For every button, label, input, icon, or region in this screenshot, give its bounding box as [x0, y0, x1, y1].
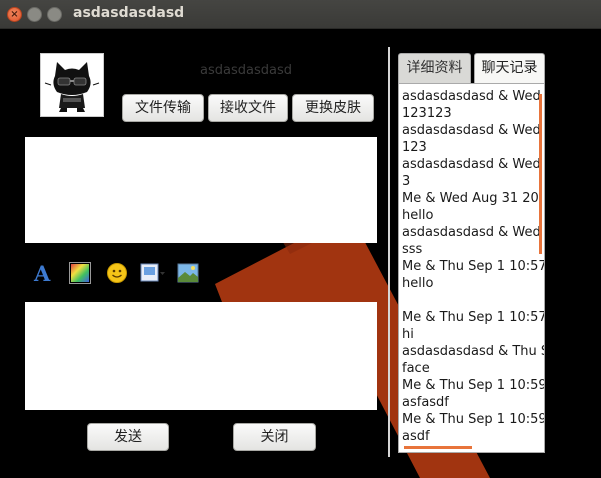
- history-line: asdf: [402, 429, 430, 444]
- color-icon[interactable]: [69, 262, 91, 284]
- minimize-window-button[interactable]: [27, 7, 42, 22]
- history-line: asdasdasdasd & Wed: [402, 157, 541, 172]
- history-line: Me & Thu Sep 1 10:57: [402, 259, 545, 274]
- history-line: asdasdasdasd & Wed: [402, 89, 541, 104]
- file-transfer-button[interactable]: 文件传输: [122, 94, 204, 122]
- history-line: sss: [402, 242, 423, 257]
- message-display-area[interactable]: [25, 137, 377, 243]
- panel-divider: [388, 47, 390, 457]
- change-skin-button[interactable]: 更换皮肤: [292, 94, 374, 122]
- history-line: asdasdasdasd & Wed: [402, 123, 541, 138]
- message-input-area[interactable]: [25, 302, 377, 410]
- history-line: [402, 292, 544, 309]
- history-line: asdasdasdasd & Wed: [402, 225, 541, 240]
- tab-chat-history[interactable]: 聊天记录: [474, 53, 545, 83]
- history-line: hello: [402, 276, 434, 291]
- emoji-icon[interactable]: [106, 262, 128, 284]
- chat-history-panel[interactable]: asdasdasdasd & Wed 123123 asdasdasdasd & W…: [398, 83, 545, 453]
- peer-name-label: asdasdasdasd: [200, 63, 292, 78]
- title-bar: × asdasdasdasd: [0, 0, 601, 29]
- history-line: Me & Wed Aug 31 20:: [402, 191, 544, 206]
- horizontal-scrollbar[interactable]: [404, 446, 472, 449]
- tab-details[interactable]: 详细资料: [398, 53, 471, 83]
- chat-history-list: asdasdasdasd & Wed 123123 asdasdasdasd & W…: [399, 84, 544, 445]
- history-line: 123123: [402, 106, 452, 121]
- history-line: Me & Thu Sep 1 10:57: [402, 310, 545, 325]
- octocat-icon: [44, 62, 100, 112]
- close-button[interactable]: 关闭: [233, 423, 316, 451]
- history-line: 123: [402, 140, 427, 155]
- chat-window-content: asdasdasdasd 文件传输 接收文件 更换皮肤 A 发送 关闭 详细资料…: [0, 29, 601, 478]
- maximize-window-button[interactable]: [47, 7, 62, 22]
- font-icon[interactable]: A: [32, 261, 54, 286]
- close-window-button[interactable]: ×: [7, 7, 22, 22]
- svg-text:A: A: [33, 262, 51, 284]
- screenshot-icon[interactable]: [140, 262, 166, 284]
- image-icon[interactable]: [177, 262, 199, 284]
- history-line: 3: [402, 174, 411, 189]
- history-line: hi: [402, 327, 414, 342]
- send-button[interactable]: 发送: [87, 423, 169, 451]
- history-line: face: [402, 361, 430, 376]
- avatar: [40, 53, 104, 117]
- receive-file-button[interactable]: 接收文件: [208, 94, 288, 122]
- vertical-scrollbar[interactable]: [539, 94, 542, 254]
- history-line: Me & Thu Sep 1 10:59: [402, 378, 545, 393]
- history-line: asdasdasdasd & Thu S: [402, 344, 545, 359]
- window-title: asdasdasdasd: [73, 5, 185, 21]
- history-line: Me & Thu Sep 1 10:59: [402, 412, 545, 427]
- history-line: hello: [402, 208, 434, 223]
- history-line: asfasdf: [402, 395, 449, 410]
